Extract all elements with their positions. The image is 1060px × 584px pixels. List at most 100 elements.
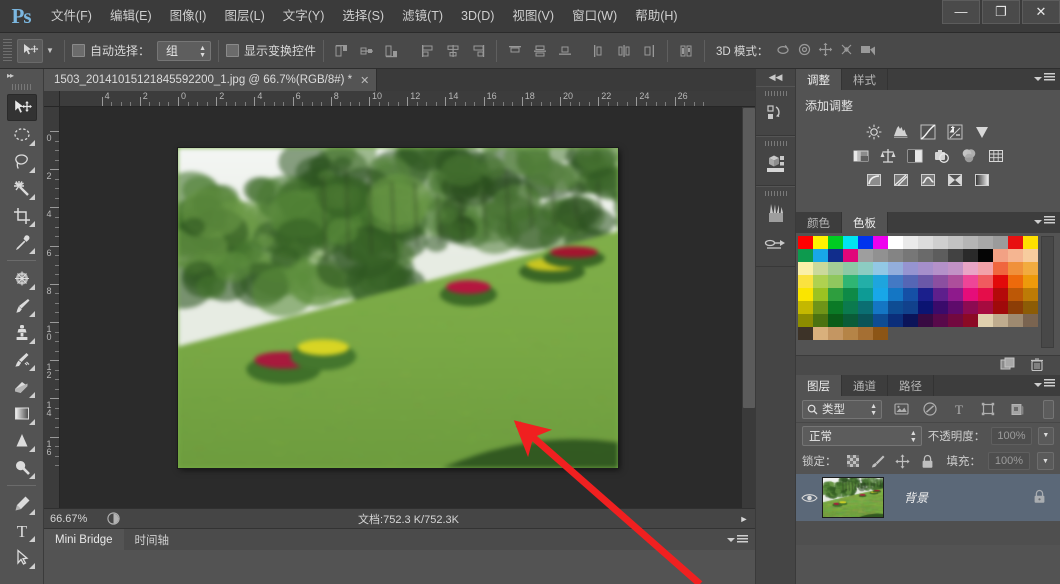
- tool-eyedropper-tool[interactable]: [7, 229, 37, 256]
- swatch-42[interactable]: [948, 262, 963, 275]
- bottom-panel-menu-button[interactable]: [727, 529, 755, 550]
- swatch-54[interactable]: [888, 275, 903, 288]
- swatch-20[interactable]: [858, 249, 873, 262]
- tab-layers[interactable]: 图层: [796, 375, 842, 396]
- swatch-3[interactable]: [843, 236, 858, 249]
- tool-brush-tool[interactable]: [7, 292, 37, 319]
- tab-swatches[interactable]: 色板: [842, 212, 888, 233]
- swatches-panel-menu-button[interactable]: [1034, 216, 1055, 225]
- swatch-2[interactable]: [828, 236, 843, 249]
- swatch-80[interactable]: [798, 301, 813, 314]
- swatch-79[interactable]: [1023, 288, 1038, 301]
- swatch-19[interactable]: [843, 249, 858, 262]
- canvas-area[interactable]: 4202468101214161820222426 0246810121416: [44, 91, 755, 508]
- options-bar-grip[interactable]: [3, 39, 12, 63]
- swatch-68[interactable]: [858, 288, 873, 301]
- swatch-22[interactable]: [888, 249, 903, 262]
- align-horizontal-centers-icon[interactable]: [442, 40, 464, 62]
- swatch-87[interactable]: [903, 301, 918, 314]
- swatch-73[interactable]: [933, 288, 948, 301]
- document-canvas[interactable]: [61, 108, 755, 508]
- swatch-6[interactable]: [888, 236, 903, 249]
- swatch-85[interactable]: [873, 301, 888, 314]
- lock-icon[interactable]: [1033, 489, 1060, 507]
- swatch-97[interactable]: [813, 314, 828, 327]
- swatch-37[interactable]: [873, 262, 888, 275]
- swatch-46[interactable]: [1008, 262, 1023, 275]
- scrollbar-thumb[interactable]: [743, 108, 755, 408]
- threshold-icon[interactable]: [919, 171, 937, 189]
- swatch-23[interactable]: [903, 249, 918, 262]
- fill-slider-chevron-icon[interactable]: ▼: [1037, 452, 1054, 470]
- pan-3d-icon[interactable]: [818, 42, 833, 60]
- tab-color[interactable]: 颜色: [796, 212, 842, 233]
- opacity-slider-chevron-icon[interactable]: ▼: [1038, 427, 1054, 445]
- swatch-33[interactable]: [813, 262, 828, 275]
- swatch-70[interactable]: [888, 288, 903, 301]
- swatch-60[interactable]: [978, 275, 993, 288]
- hue-saturation-icon[interactable]: [852, 147, 870, 165]
- swatch-56[interactable]: [918, 275, 933, 288]
- distribute-bottom-icon[interactable]: [554, 40, 576, 62]
- swatch-55[interactable]: [903, 275, 918, 288]
- dock-grip[interactable]: [765, 191, 787, 196]
- type-layer-filter-icon[interactable]: T: [949, 399, 969, 419]
- vertical-ruler[interactable]: 0246810121416: [44, 107, 60, 508]
- layer-thumbnail[interactable]: [822, 477, 884, 518]
- menu-7[interactable]: 滤镜(T): [393, 5, 452, 27]
- swatch-78[interactable]: [1008, 288, 1023, 301]
- swatch-108[interactable]: [978, 314, 993, 327]
- tool-dodge-tool[interactable]: [7, 454, 37, 481]
- status-menu-arrow-icon[interactable]: ►: [733, 514, 755, 524]
- swatch-16[interactable]: [798, 249, 813, 262]
- menu-2[interactable]: 编辑(E): [101, 5, 161, 27]
- image-canvas[interactable]: [178, 148, 618, 468]
- menu-3[interactable]: 图像(I): [161, 5, 216, 27]
- swatch-71[interactable]: [903, 288, 918, 301]
- gradient-map-icon[interactable]: [973, 171, 991, 189]
- levels-icon[interactable]: [892, 123, 910, 141]
- swatch-29[interactable]: [993, 249, 1008, 262]
- distribute-right-icon[interactable]: [638, 40, 660, 62]
- swatch-102[interactable]: [888, 314, 903, 327]
- menu-9[interactable]: 视图(V): [503, 5, 563, 27]
- tool-blur-tool[interactable]: [7, 427, 37, 454]
- swatch-4[interactable]: [858, 236, 873, 249]
- shape-layer-filter-icon[interactable]: [978, 399, 998, 419]
- swatch-84[interactable]: [858, 301, 873, 314]
- swatch-66[interactable]: [828, 288, 843, 301]
- channel-mixer-icon[interactable]: [960, 147, 978, 165]
- minimize-button[interactable]: —: [942, 0, 980, 24]
- swatch-11[interactable]: [963, 236, 978, 249]
- dock-grip[interactable]: [765, 91, 787, 96]
- roll-3d-icon[interactable]: [797, 42, 812, 60]
- swatch-5[interactable]: [873, 236, 888, 249]
- tool-healing-brush-tool[interactable]: [7, 265, 37, 292]
- new-swatch-icon[interactable]: [1000, 357, 1016, 375]
- history-panel-icon[interactable]: [760, 99, 792, 129]
- swatch-114[interactable]: [828, 327, 843, 340]
- swatch-45[interactable]: [993, 262, 1008, 275]
- swatch-63[interactable]: [1023, 275, 1038, 288]
- swatch-65[interactable]: [813, 288, 828, 301]
- swatch-10[interactable]: [948, 236, 963, 249]
- swatch-59[interactable]: [963, 275, 978, 288]
- swatch-95[interactable]: [1023, 301, 1038, 314]
- swatch-58[interactable]: [948, 275, 963, 288]
- tool-eraser-tool[interactable]: [7, 373, 37, 400]
- swatch-69[interactable]: [873, 288, 888, 301]
- swatch-76[interactable]: [978, 288, 993, 301]
- swatch-62[interactable]: [1008, 275, 1023, 288]
- horizontal-ruler[interactable]: 4202468101214161820222426: [44, 91, 755, 107]
- swatch-14[interactable]: [1008, 236, 1023, 249]
- tab-paths[interactable]: 路径: [888, 375, 934, 396]
- exposure-icon[interactable]: [946, 123, 964, 141]
- swatch-27[interactable]: [963, 249, 978, 262]
- blend-mode-dropdown[interactable]: 正常 ▲▼: [802, 426, 922, 446]
- tool-pen-tool[interactable]: [7, 490, 37, 517]
- tab-mini-bridge[interactable]: Mini Bridge: [44, 529, 124, 550]
- swatch-107[interactable]: [963, 314, 978, 327]
- vibrance-icon[interactable]: [973, 123, 991, 141]
- swatch-90[interactable]: [948, 301, 963, 314]
- tool-move-tool[interactable]: [7, 94, 37, 121]
